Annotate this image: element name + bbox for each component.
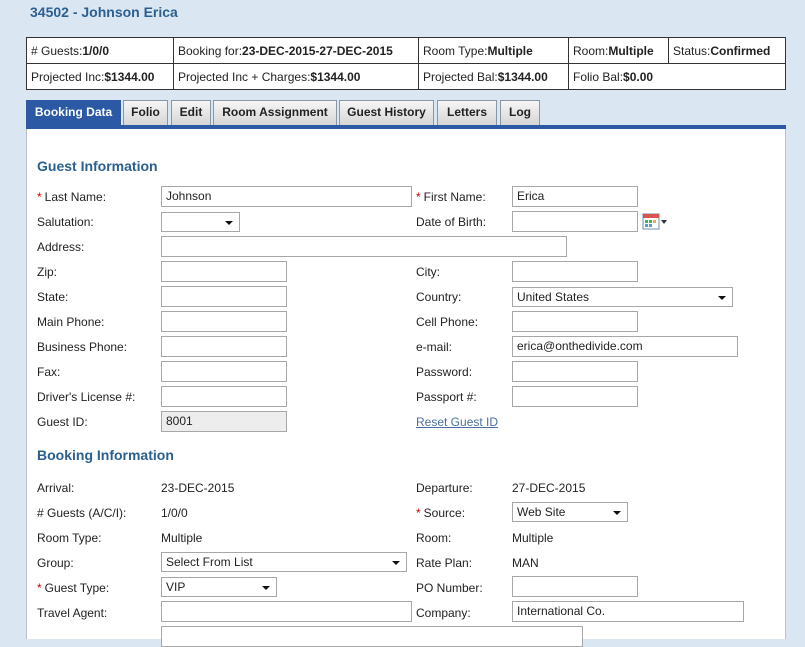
tab-room-assignment[interactable]: Room Assignment [213, 100, 337, 125]
page-title: 34502 - Johnson Erica [30, 4, 178, 20]
guest-info-title: Guest Information [37, 158, 158, 174]
country-label: Country: [416, 290, 462, 304]
arrival-value: 23-DEC-2015 [161, 481, 235, 495]
dob-label: Date of Birth: [416, 215, 487, 229]
source-select[interactable]: Web Site [512, 502, 628, 522]
chevron-down-icon [392, 561, 400, 565]
room-type-label: Room Type: [37, 531, 102, 545]
po-number-input[interactable] [512, 576, 638, 597]
cell-phone-label: Cell Phone: [416, 315, 479, 329]
chevron-down-icon [613, 511, 621, 515]
guest-type-select[interactable]: VIP [161, 577, 277, 597]
guests-acl-label: # Guests (A/C/I): [37, 506, 127, 520]
guest-type-label: * Guest Type: [37, 581, 110, 595]
tab-guest-history[interactable]: Guest History [339, 100, 434, 125]
tab-letters[interactable]: Letters [437, 100, 497, 125]
fax-label: Fax: [37, 365, 61, 379]
main-phone-label: Main Phone: [37, 315, 105, 329]
passport-input[interactable] [512, 386, 638, 407]
email-label: e-mail: [416, 340, 453, 354]
drivers-license-label: Driver's License #: [37, 390, 136, 404]
room-label: Room: [416, 531, 452, 545]
password-label: Password: [416, 365, 473, 379]
salutation-select[interactable] [161, 212, 240, 232]
summary-folio-bal: Folio Bal:$0.00 [568, 63, 786, 90]
room-value: Multiple [512, 531, 554, 545]
city-label: City: [416, 265, 440, 279]
booking-summary-table: # Guests:1/0/0 Booking for:23-DEC-2015-2… [26, 37, 786, 90]
tab-booking-data[interactable]: Booking Data [26, 100, 121, 126]
salutation-label: Salutation: [37, 215, 94, 229]
last-name-input[interactable]: Johnson [161, 186, 412, 207]
state-input[interactable] [161, 286, 287, 307]
password-input[interactable] [512, 361, 638, 382]
summary-room: Room:Multiple [568, 37, 669, 64]
dob-input[interactable] [512, 211, 638, 232]
tab-log[interactable]: Log [500, 100, 540, 125]
fax-input[interactable] [161, 361, 287, 382]
cell-phone-input[interactable] [512, 311, 638, 332]
email-input[interactable]: erica@onthedivide.com [512, 336, 738, 357]
business-phone-input[interactable] [161, 336, 287, 357]
source-label: * Source: [416, 506, 466, 520]
group-select[interactable]: Select From List [161, 552, 407, 572]
zip-label: Zip: [37, 265, 58, 279]
room-type-value: Multiple [161, 531, 203, 545]
summary-booking-for: Booking for:23-DEC-2015-27-DEC-2015 [173, 37, 419, 64]
chevron-down-icon [262, 586, 270, 590]
po-number-label: PO Number: [416, 581, 483, 595]
company-label: Company: [416, 606, 471, 620]
passport-label: Passport #: [416, 390, 477, 404]
travel-agent-input[interactable] [161, 601, 412, 622]
next-row-input[interactable] [161, 626, 583, 647]
summary-projected-bal: Projected Bal:$1344.00 [418, 63, 569, 90]
guest-id-input: 8001 [161, 411, 287, 432]
last-name-label: * Last Name: [37, 190, 107, 204]
guests-acl-value: 1/0/0 [161, 506, 188, 520]
state-label: State: [37, 290, 69, 304]
rate-plan-label: Rate Plan: [416, 556, 473, 570]
business-phone-label: Business Phone: [37, 340, 128, 354]
travel-agent-label: Travel Agent: [37, 606, 108, 620]
booking-info-title: Booking Information [37, 447, 174, 463]
group-label: Group: [37, 556, 74, 570]
rate-plan-value: MAN [512, 556, 539, 570]
drivers-license-input[interactable] [161, 386, 287, 407]
city-input[interactable] [512, 261, 638, 282]
address-input[interactable] [161, 236, 567, 257]
chevron-down-icon [225, 221, 233, 225]
tab-folio[interactable]: Folio [123, 100, 168, 125]
summary-status: Status:Confirmed [668, 37, 786, 64]
calendar-icon[interactable] [642, 212, 668, 232]
country-select[interactable]: United States [512, 287, 733, 307]
tab-edit[interactable]: Edit [171, 100, 211, 125]
chevron-down-icon [718, 296, 726, 300]
zip-input[interactable] [161, 261, 287, 282]
main-phone-input[interactable] [161, 311, 287, 332]
summary-room-type: Room Type:Multiple [418, 37, 569, 64]
summary-projected-inc: Projected Inc:$1344.00 [26, 63, 174, 90]
guest-id-label: Guest ID: [37, 415, 88, 429]
address-label: Address: [37, 240, 85, 254]
reset-guest-id-link[interactable]: Reset Guest ID [416, 415, 498, 429]
booking-data-panel: Guest Information * Last Name: Johnson * F… [26, 129, 786, 647]
departure-label: Departure: [416, 481, 473, 495]
departure-value: 27-DEC-2015 [512, 481, 586, 495]
summary-guests: # Guests:1/0/0 [26, 37, 174, 64]
company-input[interactable]: International Co. [512, 601, 744, 622]
arrival-label: Arrival: [37, 481, 75, 495]
summary-projected-inc-charges: Projected Inc + Charges:$1344.00 [173, 63, 419, 90]
first-name-input[interactable]: Erica [512, 186, 638, 207]
first-name-label: * First Name: [416, 190, 486, 204]
